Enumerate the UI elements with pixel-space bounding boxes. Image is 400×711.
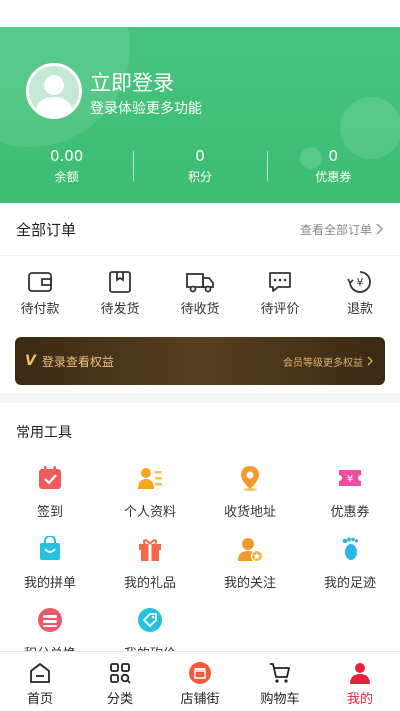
stat-value: 0 <box>195 147 205 165</box>
tab-label: 分类 <box>106 692 133 707</box>
order-pending-review[interactable]: 待评价 <box>240 270 320 334</box>
stat-balance[interactable]: 0.00 余额 <box>0 145 133 191</box>
order-refund[interactable]: ¥ 退款 <box>320 270 400 334</box>
tab-mine[interactable]: 我的 <box>320 652 400 711</box>
wallet-icon <box>28 272 52 292</box>
chevron-right-icon <box>367 356 373 366</box>
chevron-right-icon <box>376 223 384 235</box>
tool-bargain[interactable]: 我的砍价 <box>100 607 200 651</box>
login-subtitle: 登录体验更多功能 <box>90 101 202 117</box>
truck-icon <box>186 273 214 293</box>
order-item-label: 待发货 <box>100 302 140 317</box>
order-item-label: 待收货 <box>180 302 220 317</box>
location-pin-icon <box>241 466 259 491</box>
vip-badge-icon: V <box>25 353 36 369</box>
tool-address[interactable]: 收货地址 <box>200 465 300 536</box>
tool-label: 我的砍价 <box>100 643 200 651</box>
tab-label: 首页 <box>26 692 53 707</box>
refund-icon: ¥ <box>347 271 371 293</box>
bottom-tab-bar: 首页 分类 店铺街 购物车 我的 <box>0 651 400 711</box>
gift-icon <box>139 539 161 561</box>
vip-login-text: 登录查看权益 <box>41 354 114 369</box>
order-status-row: 待付款 待发货 待收货 待评价 ¥ 退款 <box>0 256 400 334</box>
tool-coupon[interactable]: ¥ 优惠券 <box>300 465 400 536</box>
tool-label: 签到 <box>36 505 63 520</box>
vip-benefits-banner[interactable]: V 登录查看权益 会员等级更多权益 <box>15 337 385 385</box>
price-tag-icon <box>138 608 162 632</box>
tool-label: 个人资料 <box>123 505 176 520</box>
tools-title: 常用工具 <box>16 425 72 441</box>
category-search-icon <box>110 663 131 684</box>
tool-gifts[interactable]: 我的礼品 <box>100 536 200 607</box>
tool-group-buy[interactable]: 我的拼单 <box>0 535 100 607</box>
tool-label: 积分兑换 <box>0 643 100 651</box>
orders-card: 全部订单 查看全部订单 待付款 待发货 待收货 待评价 ¥ 退款 V 登录查看权… <box>0 203 400 393</box>
stat-label: 积分 <box>187 170 212 184</box>
tab-cart[interactable]: 购物车 <box>240 652 320 711</box>
vip-left: V 登录查看权益 <box>25 353 114 370</box>
points-stack-icon <box>38 608 62 632</box>
profile-header: 立即登录 登录体验更多功能 0.00 余额 0 积分 0 优惠券 <box>0 27 400 203</box>
user-icon <box>350 663 370 684</box>
tab-store-street[interactable]: 店铺街 <box>160 652 240 711</box>
coupon-icon: ¥ <box>339 470 361 486</box>
order-item-label: 待评价 <box>260 302 300 317</box>
tab-label: 购物车 <box>260 692 300 707</box>
tool-points-exchange[interactable]: 积分兑换 <box>0 607 100 651</box>
tool-label: 我的拼单 <box>23 576 76 591</box>
tool-label: 我的礼品 <box>123 576 176 591</box>
tool-label: 收货地址 <box>223 505 276 520</box>
profile-card-icon <box>138 468 162 489</box>
tool-sign-in[interactable]: 签到 <box>0 465 100 536</box>
tab-label: 我的 <box>346 692 373 707</box>
login-title[interactable]: 立即登录 <box>90 67 174 97</box>
vip-more-text: 会员等级更多权益 <box>283 357 363 369</box>
orders-title: 全部订单 <box>16 220 77 239</box>
view-all-orders-link[interactable]: 查看全部订单 <box>300 221 384 238</box>
tab-label: 店铺街 <box>180 692 220 707</box>
tools-grid: 签到 个人资料 收货地址 ¥ 优惠券 我的拼单 我的礼品 我的关注 我的足迹 <box>0 453 400 651</box>
footprint-icon <box>342 537 359 560</box>
tool-footprints[interactable]: 我的足迹 <box>300 536 400 607</box>
tool-label: 我的关注 <box>223 576 276 591</box>
order-item-label: 退款 <box>346 302 373 317</box>
home-icon <box>30 663 50 683</box>
account-stats: 0.00 余额 0 积分 0 优惠券 <box>0 145 400 191</box>
comment-icon <box>269 272 291 292</box>
cart-icon <box>270 663 290 683</box>
avatar[interactable] <box>26 63 82 119</box>
svg-text:¥: ¥ <box>347 474 353 485</box>
svg-text:¥: ¥ <box>357 276 364 289</box>
default-avatar-icon <box>35 75 73 116</box>
store-icon <box>189 662 211 684</box>
orders-header: 全部订单 查看全部订单 <box>0 203 400 256</box>
status-bar <box>0 0 400 27</box>
stat-value: 0.00 <box>49 147 84 165</box>
calendar-check-icon <box>39 466 61 489</box>
view-all-orders-label: 查看全部订单 <box>299 222 372 237</box>
stat-points[interactable]: 0 积分 <box>133 145 266 191</box>
tool-label: 优惠券 <box>330 505 370 520</box>
stat-label: 优惠券 <box>315 170 352 184</box>
common-tools-card: 常用工具 签到 个人资料 收货地址 ¥ 优惠券 我的拼单 我的礼品 我的关注 我… <box>0 403 400 651</box>
order-pending-receipt[interactable]: 待收货 <box>160 270 240 334</box>
tool-profile[interactable]: 个人资料 <box>100 465 200 536</box>
order-pending-shipment[interactable]: 待发货 <box>80 270 160 334</box>
tool-following[interactable]: 我的关注 <box>200 536 300 607</box>
vip-more-link[interactable]: 会员等级更多权益 <box>283 354 373 369</box>
tab-home[interactable]: 首页 <box>0 652 80 711</box>
order-item-label: 待付款 <box>20 302 60 317</box>
order-pending-payment[interactable]: 待付款 <box>0 270 80 334</box>
package-icon <box>109 271 131 293</box>
stat-coupons[interactable]: 0 优惠券 <box>266 145 400 191</box>
stat-value: 0 <box>328 147 339 165</box>
user-star-icon <box>238 538 264 563</box>
stat-label: 余额 <box>54 170 79 184</box>
tab-category[interactable]: 分类 <box>80 652 160 711</box>
shopping-bag-icon <box>40 535 60 560</box>
tool-label: 我的足迹 <box>323 576 376 591</box>
